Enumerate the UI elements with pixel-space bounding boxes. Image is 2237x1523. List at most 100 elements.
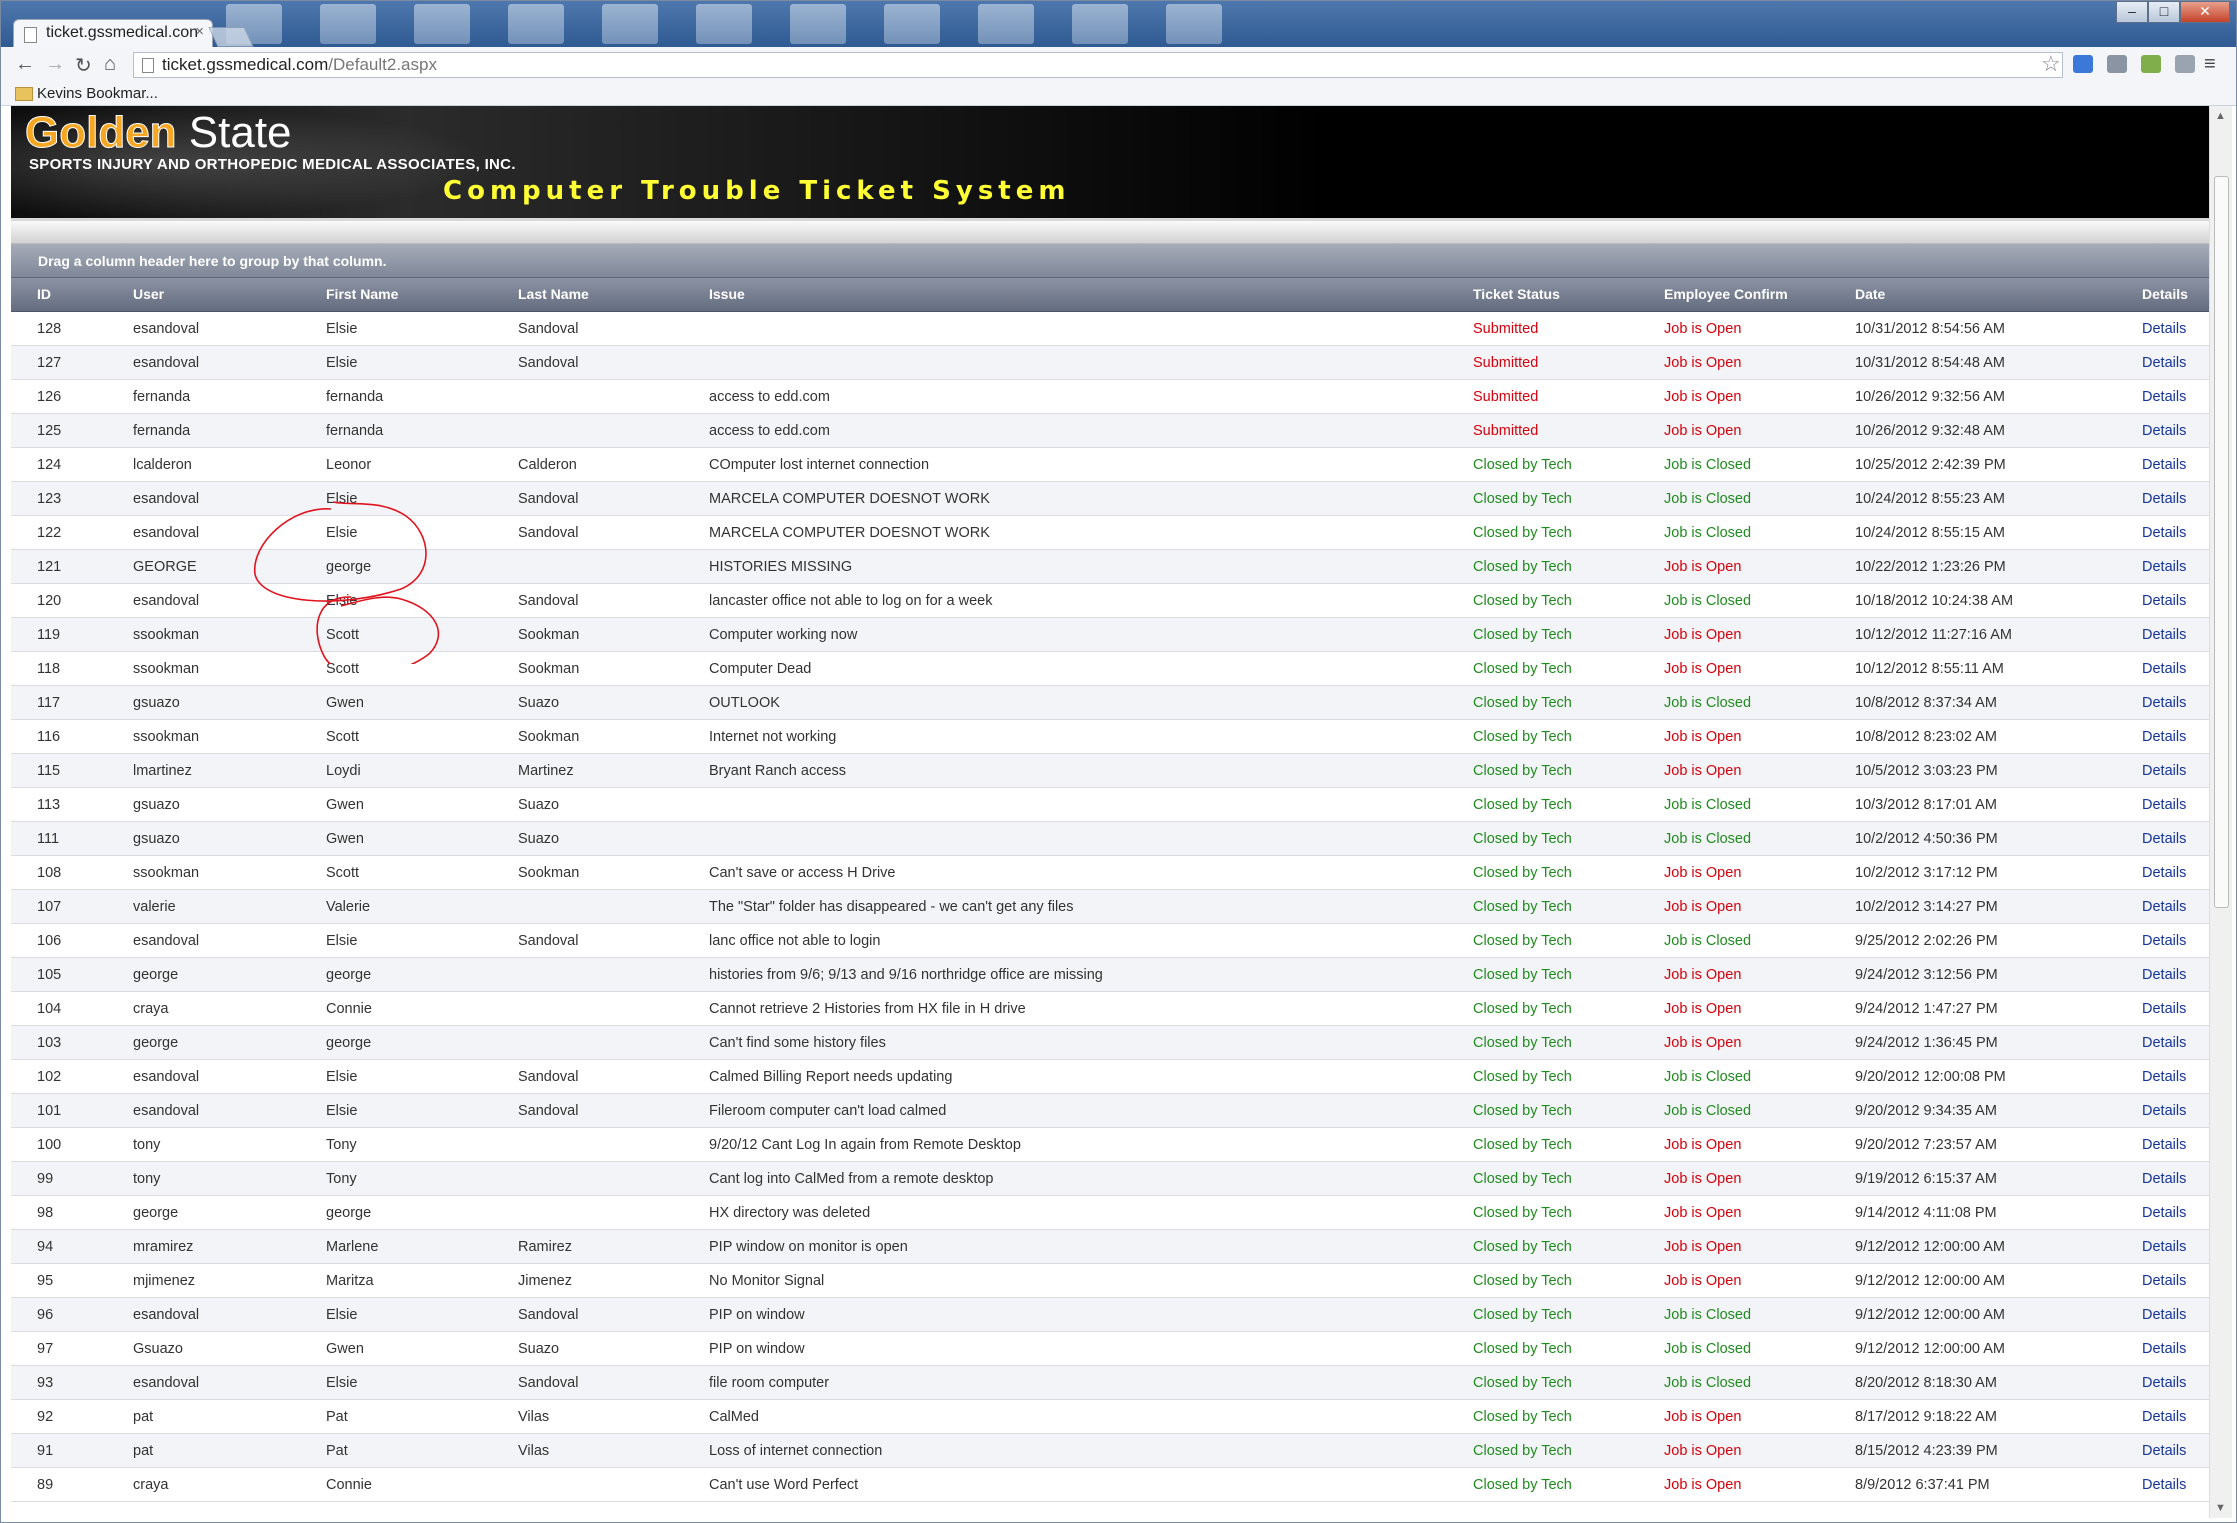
details-link[interactable]: Details (2142, 763, 2186, 779)
table-row[interactable]: 107 valerie Valerie The "Star" folder has d… (11, 890, 2209, 924)
table-row[interactable]: 103 george george Can't find some history f… (11, 1026, 2209, 1060)
details-link[interactable]: Details (2142, 321, 2186, 337)
table-row[interactable]: 119 ssookman Scott Sookman Computer working … (11, 618, 2209, 652)
table-row[interactable]: 120 esandoval Elsie Sandoval lancaster offic… (11, 584, 2209, 618)
details-link[interactable]: Details (2142, 1307, 2186, 1323)
col-header-last-name[interactable]: Last Name (518, 286, 589, 302)
details-link[interactable]: Details (2142, 1409, 2186, 1425)
extension-icon[interactable] (2175, 55, 2195, 73)
table-row[interactable]: 89 craya Connie Can't use Word Perfect Close… (11, 1468, 2209, 1502)
table-row[interactable]: 118 ssookman Scott Sookman Computer Dead Clos… (11, 652, 2209, 686)
maximize-button[interactable]: □ (2148, 1, 2180, 23)
col-header-date[interactable]: Date (1855, 286, 1885, 302)
table-row[interactable]: 124 lcalderon Leonor Calderon COmputer lost … (11, 448, 2209, 482)
table-row[interactable]: 117 gsuazo Gwen Suazo OUTLOOK Closed by Tech J… (11, 686, 2209, 720)
table-row[interactable]: 96 esandoval Elsie Sandoval PIP on window Clo… (11, 1298, 2209, 1332)
table-row[interactable]: 106 esandoval Elsie Sandoval lanc office not… (11, 924, 2209, 958)
browser-tab[interactable]: ticket.gssmedical.con × (13, 19, 213, 47)
table-row[interactable]: 100 tony Tony 9/20/12 Cant Log In again fro… (11, 1128, 2209, 1162)
table-row[interactable]: 104 craya Connie Cannot retrieve 2 Historie… (11, 992, 2209, 1026)
details-link[interactable]: Details (2142, 423, 2186, 439)
col-header-ticket-status[interactable]: Ticket Status (1473, 286, 1560, 302)
eye-icon[interactable] (2141, 55, 2161, 73)
details-link[interactable]: Details (2142, 1443, 2186, 1459)
details-link[interactable]: Details (2142, 933, 2186, 949)
table-row[interactable]: 93 esandoval Elsie Sandoval file room comput… (11, 1366, 2209, 1400)
details-link[interactable]: Details (2142, 661, 2186, 677)
table-row[interactable]: 99 tony Tony Cant log into CalMed from a re… (11, 1162, 2209, 1196)
address-bar[interactable]: ticket.gssmedical.com/Default2.aspx (133, 52, 2063, 78)
forward-icon[interactable]: → (45, 53, 65, 76)
details-link[interactable]: Details (2142, 1205, 2186, 1221)
table-row[interactable]: 98 george george HX directory was deleted Cl… (11, 1196, 2209, 1230)
menu-icon[interactable]: ≡ (2204, 53, 2216, 76)
bookmark-folder[interactable]: Kevins Bookmar... (37, 85, 158, 102)
table-row[interactable]: 95 mjimenez Maritza Jimenez No Monitor Signa… (11, 1264, 2209, 1298)
table-row[interactable]: 92 pat Pat Vilas CalMed Closed by Tech Job is … (11, 1400, 2209, 1434)
details-link[interactable]: Details (2142, 1103, 2186, 1119)
col-header-id[interactable]: ID (37, 286, 51, 302)
table-row[interactable]: 116 ssookman Scott Sookman Internet not work… (11, 720, 2209, 754)
home-icon[interactable]: ⌂ (104, 53, 116, 76)
table-row[interactable]: 102 esandoval Elsie Sandoval Calmed Billing … (11, 1060, 2209, 1094)
details-link[interactable]: Details (2142, 1137, 2186, 1153)
details-link[interactable]: Details (2142, 1035, 2186, 1051)
details-link[interactable]: Details (2142, 1001, 2186, 1017)
table-row[interactable]: 94 mramirez Marlene Ramirez PIP window on mo… (11, 1230, 2209, 1264)
details-link[interactable]: Details (2142, 831, 2186, 847)
table-row[interactable]: 123 esandoval Elsie Sandoval MARCELA COMPUTE… (11, 482, 2209, 516)
translate-icon[interactable] (2073, 55, 2093, 73)
minimize-button[interactable]: – (2116, 1, 2148, 23)
details-link[interactable]: Details (2142, 695, 2186, 711)
details-link[interactable]: Details (2142, 1239, 2186, 1255)
details-link[interactable]: Details (2142, 355, 2186, 371)
col-header-employee-confirm[interactable]: Employee Confirm (1664, 286, 1788, 302)
details-link[interactable]: Details (2142, 559, 2186, 575)
details-link[interactable]: Details (2142, 1375, 2186, 1391)
table-row[interactable]: 121 GEORGE george HISTORIES MISSING Closed b… (11, 550, 2209, 584)
details-link[interactable]: Details (2142, 1171, 2186, 1187)
table-row[interactable]: 113 gsuazo Gwen Suazo Closed by Tech Job is C… (11, 788, 2209, 822)
table-row[interactable]: 122 esandoval Elsie Sandoval MARCELA COMPUTE… (11, 516, 2209, 550)
group-by-panel[interactable]: Drag a column header here to group by th… (11, 244, 2209, 278)
table-row[interactable]: 115 lmartinez Loydi Martinez Bryant Ranch ac… (11, 754, 2209, 788)
table-row[interactable]: 125 fernanda fernanda access to edd.com Subm… (11, 414, 2209, 448)
details-link[interactable]: Details (2142, 1477, 2186, 1493)
table-row[interactable]: 91 pat Pat Vilas Loss of internet connection… (11, 1434, 2209, 1468)
details-link[interactable]: Details (2142, 1273, 2186, 1289)
col-header-details[interactable]: Details (2142, 286, 2188, 302)
vertical-scrollbar[interactable]: ▲ ▼ (2209, 106, 2232, 1518)
col-header-user[interactable]: User (133, 286, 164, 302)
details-link[interactable]: Details (2142, 627, 2186, 643)
table-row[interactable]: 127 esandoval Elsie Sandoval Submitted Job is… (11, 346, 2209, 380)
close-tab-icon[interactable]: × (195, 23, 204, 40)
details-link[interactable]: Details (2142, 729, 2186, 745)
table-row[interactable]: 126 fernanda fernanda access to edd.com Subm… (11, 380, 2209, 414)
details-link[interactable]: Details (2142, 593, 2186, 609)
table-row[interactable]: 128 esandoval Elsie Sandoval Submitted Job is… (11, 312, 2209, 346)
scroll-down-icon[interactable]: ▼ (2215, 1502, 2226, 1514)
back-icon[interactable]: ← (15, 53, 35, 76)
col-header-issue[interactable]: Issue (709, 286, 745, 302)
close-window-button[interactable]: ✕ (2180, 1, 2230, 23)
reload-icon[interactable]: ↻ (75, 53, 92, 78)
table-row[interactable]: 97 Gsuazo Gwen Suazo PIP on window Closed by … (11, 1332, 2209, 1366)
scrollbar-thumb[interactable] (2214, 176, 2229, 908)
table-row[interactable]: 101 esandoval Elsie Sandoval Fileroom comput… (11, 1094, 2209, 1128)
details-link[interactable]: Details (2142, 1341, 2186, 1357)
search-icon[interactable] (2107, 55, 2127, 73)
star-icon[interactable]: ☆ (2041, 51, 2061, 77)
details-link[interactable]: Details (2142, 899, 2186, 915)
details-link[interactable]: Details (2142, 457, 2186, 473)
col-header-first-name[interactable]: First Name (326, 286, 398, 302)
table-row[interactable]: 108 ssookman Scott Sookman Can't save or acc… (11, 856, 2209, 890)
details-link[interactable]: Details (2142, 797, 2186, 813)
details-link[interactable]: Details (2142, 1069, 2186, 1085)
table-row[interactable]: 105 george george histories from 9/6; 9/13 … (11, 958, 2209, 992)
table-row[interactable]: 111 gsuazo Gwen Suazo Closed by Tech Job is C… (11, 822, 2209, 856)
details-link[interactable]: Details (2142, 491, 2186, 507)
details-link[interactable]: Details (2142, 967, 2186, 983)
details-link[interactable]: Details (2142, 525, 2186, 541)
details-link[interactable]: Details (2142, 389, 2186, 405)
scroll-up-icon[interactable]: ▲ (2215, 110, 2226, 122)
